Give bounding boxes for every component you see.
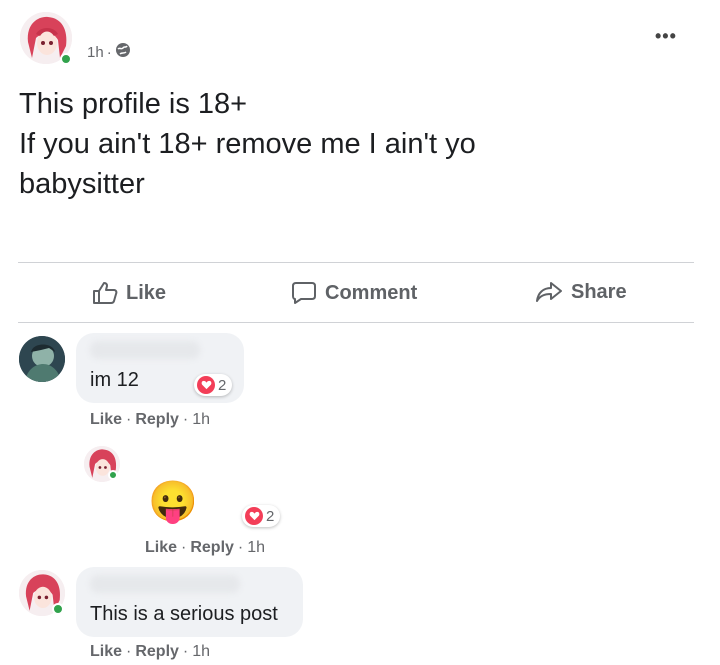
post-meta: 1h ·: [87, 42, 131, 62]
actions-separator: ·: [181, 539, 187, 556]
post-time[interactable]: 1h: [87, 44, 104, 61]
reaction-count: 2: [218, 376, 227, 394]
comment-time[interactable]: 1h: [247, 539, 265, 557]
like-label: Like: [126, 281, 167, 304]
share-button[interactable]: Share: [535, 280, 627, 304]
reaction-summary[interactable]: 2: [194, 374, 233, 396]
comment-bubble: This is a serious post: [76, 567, 303, 637]
comment-like-button[interactable]: Like: [90, 411, 122, 429]
thumbs-up-icon: [92, 281, 118, 305]
online-status-dot: [60, 53, 72, 65]
meta-separator: ·: [106, 43, 112, 61]
comment-reply-button[interactable]: Reply: [190, 539, 234, 557]
divider-bottom: [18, 322, 694, 323]
actions-separator: ·: [182, 643, 189, 660]
actions-separator: ·: [126, 411, 132, 428]
comment-button[interactable]: Comment: [291, 281, 417, 305]
comment-time[interactable]: 1h: [192, 643, 210, 661]
comment-text: This is a serious post: [90, 603, 278, 625]
actions-separator: ·: [126, 643, 132, 660]
comment-text: im 12: [90, 369, 139, 391]
reaction-count: 2: [266, 507, 275, 525]
comment-like-button[interactable]: Like: [90, 643, 122, 661]
comment-reply-button[interactable]: Reply: [135, 411, 179, 429]
share-arrow-icon: [535, 280, 563, 304]
comment-reply-button[interactable]: Reply: [135, 643, 179, 661]
commenter-avatar[interactable]: [19, 336, 65, 382]
online-status-dot: [108, 470, 118, 480]
online-status-dot: [52, 603, 64, 615]
redacted-name: [90, 341, 200, 359]
emoji-comment: 😛: [148, 480, 198, 524]
actions-separator: ·: [237, 539, 244, 556]
share-label: Share: [571, 280, 627, 303]
comment-label: Comment: [325, 281, 418, 304]
post-text: This profile is 18+ If you ain't 18+ rem…: [19, 88, 476, 200]
comment-time[interactable]: 1h: [192, 411, 210, 429]
comment-actions: Like · Reply · 1h: [145, 539, 265, 557]
heart-reaction-icon: [245, 507, 263, 525]
reaction-summary[interactable]: 2: [242, 505, 281, 527]
comment-actions: Like · Reply · 1h: [90, 643, 210, 661]
comment-actions: Like · Reply · 1h: [90, 411, 210, 429]
heart-reaction-icon: [197, 376, 215, 394]
globe-icon: [115, 42, 131, 62]
more-options-icon[interactable]: •••: [655, 26, 677, 47]
actions-separator: ·: [182, 411, 189, 428]
divider-top: [18, 262, 694, 263]
speech-bubble-icon: [291, 281, 317, 305]
like-button[interactable]: Like: [92, 281, 166, 305]
redacted-name: [90, 575, 240, 593]
comment-like-button[interactable]: Like: [145, 539, 177, 557]
